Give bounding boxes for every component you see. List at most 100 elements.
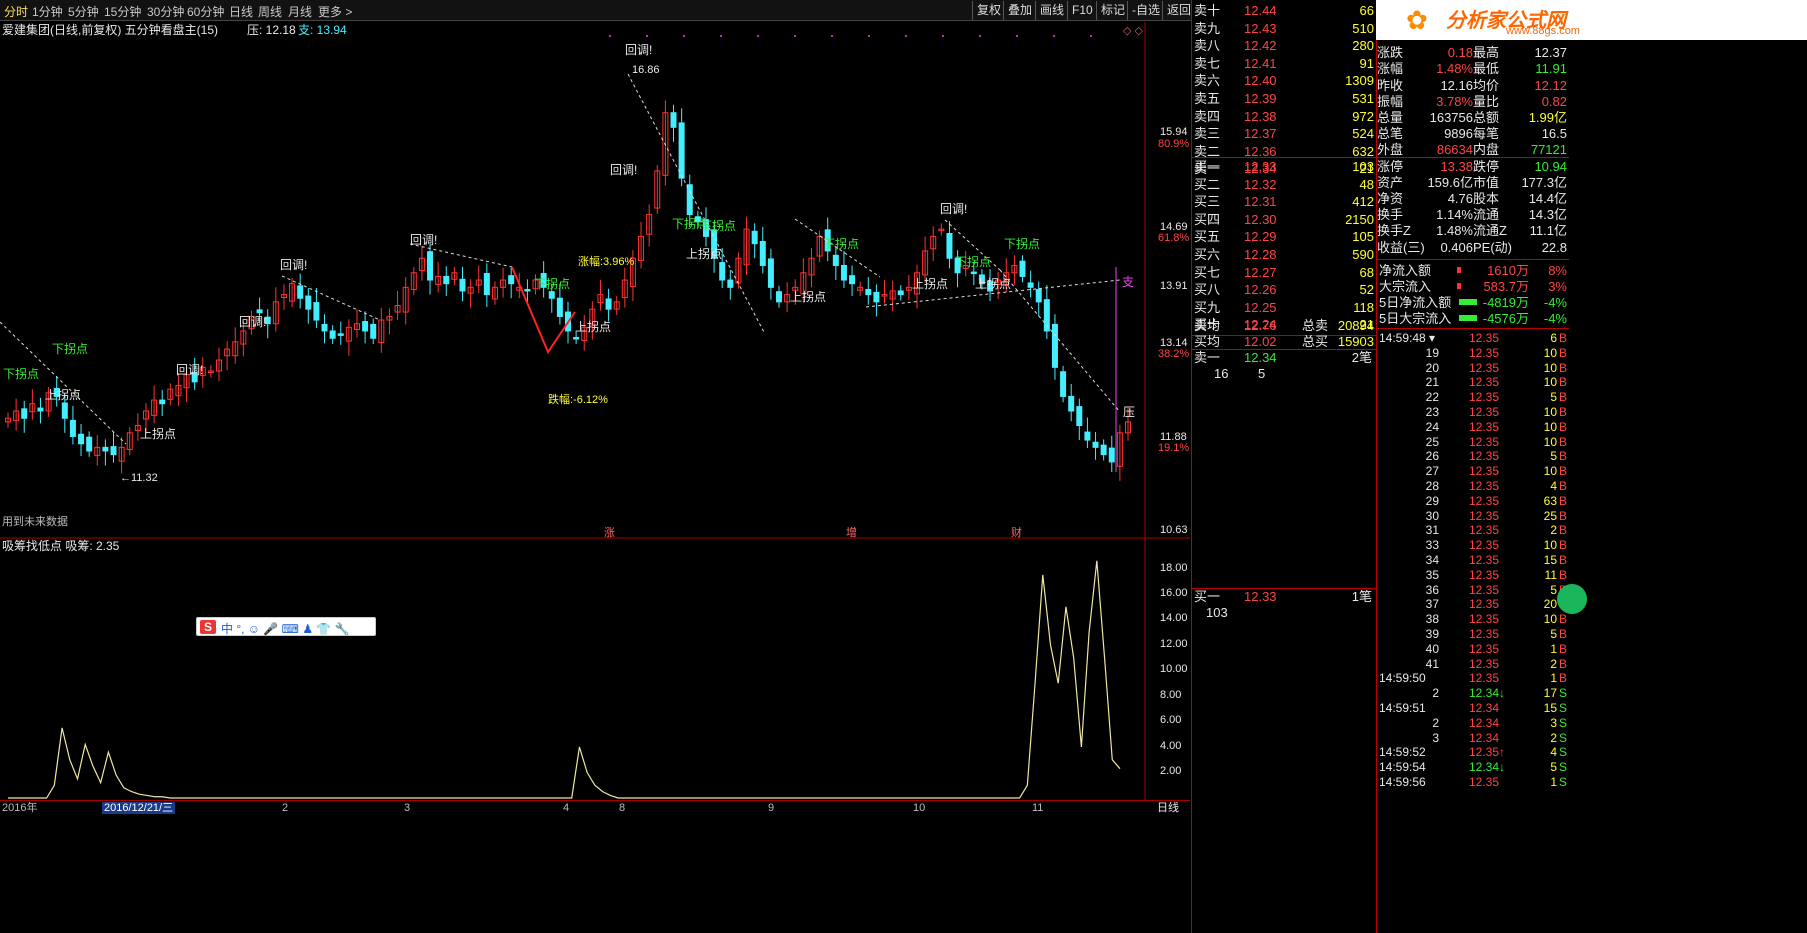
stat-cell: 涨跌 xyxy=(1377,45,1404,61)
stat-cell: 36 xyxy=(1425,582,1439,597)
event-increase-marker[interactable]: 增 xyxy=(846,527,857,540)
candle-body xyxy=(61,402,68,419)
avg-sell-row[interactable]: 卖均 12.76 总卖 20894 xyxy=(1192,317,1376,334)
quote-cell: 卖五 xyxy=(1194,91,1221,106)
candle-body xyxy=(1043,299,1050,332)
ask-row[interactable]: 卖十 12.44 66 xyxy=(1192,2,1376,19)
tab-intraday[interactable]: 分时 xyxy=(4,3,28,20)
stat-cell: 总量 xyxy=(1377,110,1404,125)
ask-row[interactable]: 卖七 12.41 91 xyxy=(1192,55,1376,72)
stat-cell: 22 xyxy=(1425,390,1439,405)
event-rise-marker[interactable]: 涨 xyxy=(604,527,615,540)
ask-row[interactable]: 卖三 12.37 524 xyxy=(1192,125,1376,142)
float-badge-icon[interactable] xyxy=(1557,584,1587,614)
stat-cell: 12.35 xyxy=(1469,567,1500,582)
bid-row[interactable]: 买六 12.28 590 xyxy=(1192,246,1376,263)
tab-daily[interactable]: 日线 xyxy=(229,3,253,20)
stat-cell: B xyxy=(1558,538,1567,553)
bid-row[interactable]: 买四 12.30 2150 xyxy=(1192,211,1376,228)
ask-row[interactable]: 卖六 12.40 1309 xyxy=(1192,72,1376,89)
stat-cell: 0.82 xyxy=(1541,93,1567,109)
avg-buy-row[interactable]: 买均 12.02 总买 15903 xyxy=(1192,333,1376,350)
support-value: 支: 13.94 xyxy=(298,23,347,37)
sell1-queue-row[interactable]: 16 5 xyxy=(1192,365,1376,382)
back-button[interactable]: 返回 xyxy=(1162,1,1191,20)
stat-cell: 总额 xyxy=(1473,110,1500,125)
bid-row[interactable]: 买二 12.32 48 xyxy=(1192,176,1376,193)
ime-toolbar[interactable]: S 中 °, ☺ 🎤 ⌨ ♟ 👕 🔧 xyxy=(196,617,376,636)
flow-row: 大宗流入 583.7万 3% xyxy=(1377,278,1569,295)
stat-cell: B xyxy=(1558,360,1567,375)
trend-line-2 xyxy=(281,275,381,321)
stat-row: 昨收 12.16 均价 12.12 xyxy=(1377,77,1569,94)
x-label-nov: 11 xyxy=(1032,802,1044,814)
x-label-sep: 9 xyxy=(768,802,775,814)
stat-row: 换手 1.14% 流通 14.3亿 xyxy=(1377,206,1569,223)
ask-row[interactable]: 卖五 12.39 531 xyxy=(1192,90,1376,107)
f10-button[interactable]: F10 xyxy=(1067,1,1096,20)
stat-cell: 11 xyxy=(1544,567,1557,582)
add-watchlist-button[interactable]: -自选 xyxy=(1127,1,1162,20)
ask-row[interactable]: 卖八 12.42 280 xyxy=(1192,37,1376,54)
bid-row[interactable]: 买八 12.26 52 xyxy=(1192,281,1376,298)
tab-15min[interactable]: 15分钟 xyxy=(104,3,141,20)
bid-row[interactable]: 买三 12.31 412 xyxy=(1192,193,1376,210)
draw-line-button[interactable]: 画线 xyxy=(1035,1,1067,20)
tab-weekly[interactable]: 周线 xyxy=(258,3,282,20)
signal-dot xyxy=(609,35,611,37)
bid-row[interactable]: 买一 12.33 103 xyxy=(1192,158,1376,175)
sell1-detail-row[interactable]: 卖一 12.34 2笔 xyxy=(1192,349,1376,366)
stat-cell: 12.35 xyxy=(1469,775,1500,789)
restore-rights-button[interactable]: 复权 xyxy=(972,1,1003,20)
flow-row: 5日净流入额 -4819万 -4% xyxy=(1377,294,1569,311)
stat-cell: 股本 xyxy=(1473,191,1500,206)
stat-cell: 20 xyxy=(1425,360,1439,375)
candle-body xyxy=(1035,289,1042,303)
sogou-s-icon[interactable]: S xyxy=(200,620,216,634)
bid-row[interactable]: 买七 12.27 68 xyxy=(1192,264,1376,281)
quote-cell: 12.33 xyxy=(1244,589,1277,604)
stat-cell: 5 xyxy=(1550,582,1557,597)
settings-diamond-icon[interactable]: ◇ ◇ xyxy=(1123,25,1143,38)
tab-monthly[interactable]: 月线 xyxy=(288,3,312,20)
overlay-button[interactable]: 叠加 xyxy=(1003,1,1035,20)
tab-60min[interactable]: 60分钟 xyxy=(187,3,224,20)
sub-y-10: 10.00 xyxy=(1160,663,1188,675)
kline-chart[interactable]: 爱建集团(日线,前复权) 五分钟看盘主(15) 压: 12.18 支: 13.9… xyxy=(0,22,1190,800)
pullback-label-2: 回调! xyxy=(610,163,638,177)
signal-dot xyxy=(794,35,796,37)
candle-body xyxy=(483,273,490,296)
tab-1min[interactable]: 1分钟 xyxy=(32,3,63,20)
tab-30min[interactable]: 30分钟 xyxy=(147,3,184,20)
candle-body xyxy=(459,278,466,292)
ime-tool-icons[interactable]: 中 °, ☺ 🎤 ⌨ ♟ 👕 🔧 xyxy=(221,620,350,637)
quote-cell: 12.31 xyxy=(1244,194,1277,210)
tick-row: 14:59:50 12.35 1 B xyxy=(1377,671,1569,686)
stat-cell: 28 xyxy=(1425,479,1439,493)
stat-cell: 11.91 xyxy=(1535,61,1567,77)
buy1-queue-row[interactable]: 103 xyxy=(1192,604,1376,621)
tab-5min[interactable]: 5分钟 xyxy=(68,3,99,20)
tab-more[interactable]: 更多 > xyxy=(318,3,352,20)
event-finance-marker[interactable]: 财 xyxy=(1011,527,1022,540)
bid-row[interactable]: 买五 12.29 105 xyxy=(1192,228,1376,245)
mark-button[interactable]: 标记 xyxy=(1096,1,1127,20)
stat-row: 涨跌 0.18 最高 12.37 xyxy=(1377,44,1569,61)
ask-row[interactable]: 卖四 12.38 972 xyxy=(1192,108,1376,125)
quote-cell: 买三 xyxy=(1194,194,1221,210)
buy1-detail-row[interactable]: 买一 12.33 1笔 xyxy=(1192,588,1376,605)
quote-cell: 972 xyxy=(1352,108,1374,124)
quote-cell: 12.39 xyxy=(1244,91,1277,106)
quote-cell: 卖四 xyxy=(1194,108,1221,124)
stat-cell: 26 xyxy=(1425,449,1439,464)
flow-row: 5日大宗流入 -4576万 -4% xyxy=(1377,310,1569,327)
ask-row[interactable]: 卖九 12.43 510 xyxy=(1192,20,1376,37)
quote-cell: 12.43 xyxy=(1244,20,1277,36)
kline-svg[interactable] xyxy=(0,22,1190,802)
stat-cell: 10 xyxy=(1543,375,1557,390)
tick-row: 35 12.35 11 B xyxy=(1377,568,1569,583)
bid-row[interactable]: 买九 12.25 118 xyxy=(1192,299,1376,316)
candle-body xyxy=(313,302,320,321)
candle-body xyxy=(524,289,531,292)
stat-cell: 10 xyxy=(1543,612,1557,627)
